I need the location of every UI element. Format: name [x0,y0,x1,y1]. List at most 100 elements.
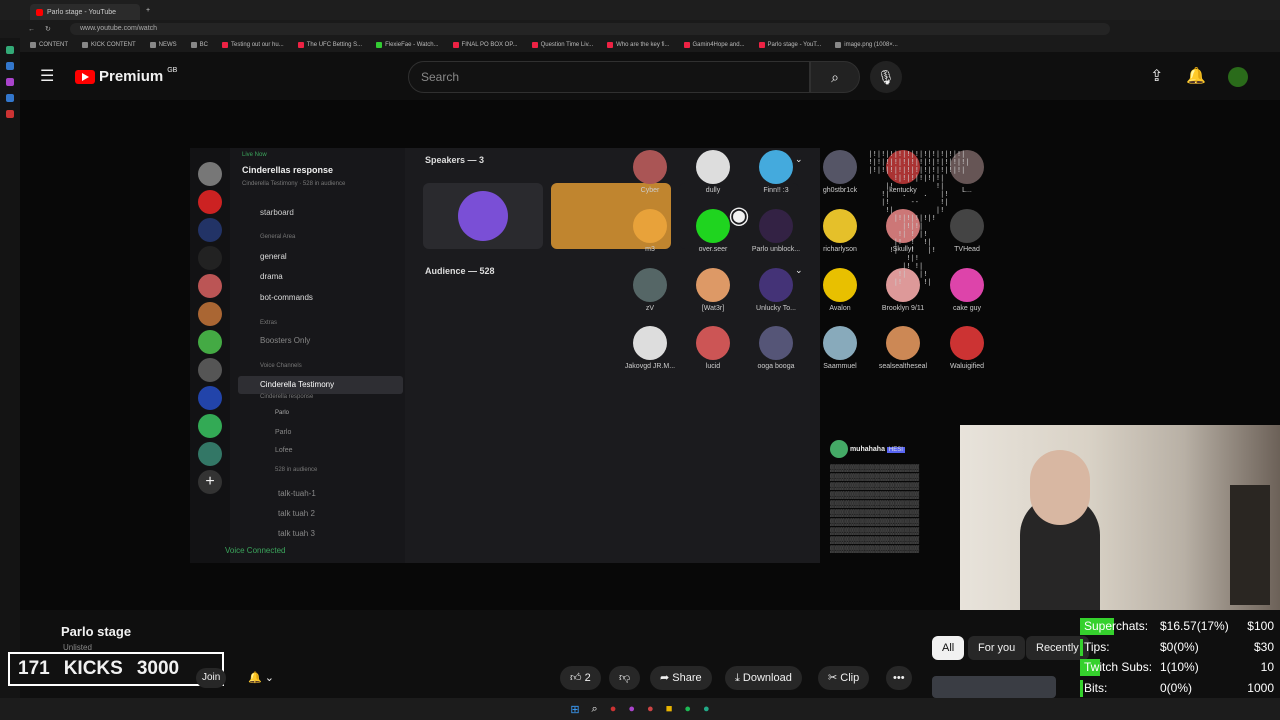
upload-icon[interactable]: ⇪ [1150,66,1163,86]
audience-member[interactable]: m3 [620,209,680,253]
recommended-thumbnail[interactable] [932,676,1056,698]
browser-tab[interactable]: Parlo stage - YouTube [30,4,140,20]
speaker-card[interactable] [423,183,543,249]
share-button[interactable]: ➦ Share [650,666,712,690]
app-icon[interactable]: ● [647,703,654,715]
server-icon[interactable] [198,190,222,214]
app-icon[interactable]: ● [610,703,617,715]
server-icon[interactable] [198,386,222,410]
server-icon[interactable] [198,274,222,298]
bookmark-item[interactable]: FlexieFae - Watch... [376,42,439,48]
like-button[interactable]: 👍︎ 2 [560,666,601,690]
bookmark-item[interactable]: Testing out our hu... [222,42,284,48]
channel-general[interactable]: general [260,252,287,261]
channel-talk-3[interactable]: talk tuah 3 [278,529,315,538]
bookmark-item[interactable]: Parlo stage - YouT... [758,42,821,48]
stage-subtitle: Cinderella Testimony · 528 in audience [242,181,346,187]
bookmark-item[interactable]: The UFC Betting S... [297,42,362,48]
audience-member[interactable]: dully [683,150,743,194]
avatar[interactable] [1228,67,1248,87]
menu-icon[interactable]: ☰ [40,66,54,86]
voice-user[interactable]: Parlo [275,429,291,436]
audience-member[interactable]: Jakovgd JR.M... [620,326,680,370]
audience-member[interactable]: Unlucky To... [746,268,806,312]
reload-icon[interactable]: ↻ [45,25,51,33]
voice-user[interactable]: Lofee [275,447,293,454]
subscribe-bell-button[interactable]: 🔔 ⌄ [242,668,280,688]
server-icon[interactable] [198,358,222,382]
bell-icon[interactable]: 🔔 [1186,66,1206,86]
audience-member[interactable]: lucid [683,326,743,370]
search-input[interactable]: Search [408,61,810,93]
channel-talk-1[interactable]: talk-tuah-1 [278,489,316,498]
channel-bot-commands[interactable]: bot-commands [260,293,313,302]
search-icon[interactable]: ⌕ [592,703,598,716]
bookmark-item[interactable]: Who are the key fi... [607,42,670,48]
search-button[interactable]: ⌕ [810,61,860,93]
audience-member[interactable]: Finn!! :3 [746,150,806,194]
bookmark-item[interactable]: image.png (1008×... [835,42,898,48]
audience-member[interactable]: [Wat3r] [683,268,743,312]
clip-button[interactable]: ✂ Clip [818,666,870,690]
side-icon[interactable] [6,94,14,102]
channel-drama[interactable]: drama [260,272,283,281]
goal-target: $30 [1253,639,1274,654]
channel-cinderella-testimony[interactable]: Cinderella Testimony [260,380,334,389]
goal-label: Twitch Subs: [1084,660,1153,674]
folder-icon[interactable]: ■ [666,703,673,715]
goal-target: 1000 [1247,680,1274,695]
bookmark-item[interactable]: NEWS [149,42,177,48]
channel-talk-2[interactable]: talk tuah 2 [278,509,315,518]
audience-avatar [633,268,667,302]
audience-member[interactable]: Parlo unblock... [746,209,806,253]
app-icon[interactable]: ● [703,703,710,715]
youtube-logo[interactable]: Premium GB [75,67,177,85]
category-extras[interactable]: Extras [260,320,277,326]
url-field[interactable]: www.youtube.com/watch [70,23,1110,35]
category-general[interactable]: General Area [260,234,295,240]
bookmark-item[interactable]: KICK CONTENT [82,42,136,48]
ascii-art-chat: |!|!|!|!|!|!|!|!|!|!|!| !|!|!|!|!|!|!|!|… [868,150,970,286]
spotify-icon[interactable]: ● [684,703,691,715]
server-icon[interactable] [198,162,222,186]
windows-start-icon[interactable]: ⊞ [570,703,579,716]
side-icon[interactable] [6,110,14,118]
channel-boosters[interactable]: Boosters Only [260,336,310,345]
server-icon[interactable] [198,246,222,270]
more-actions-button[interactable]: ••• [886,666,912,690]
youtube-header: ☰ Premium GB Search ⌕ 🎙 ⇪ 🔔 [20,56,1280,98]
dislike-button[interactable]: 👎︎ [609,666,641,690]
download-button[interactable]: ⤓ Download [725,666,802,690]
bookmark-item[interactable]: CONTENT [30,42,68,48]
side-icon[interactable] [6,78,14,86]
audience-member[interactable]: Cyber [620,150,680,194]
server-list: + [190,148,230,563]
server-icon[interactable] [198,442,222,466]
stage-title: Cinderellas response [242,165,334,175]
audience-member[interactable]: zV [620,268,680,312]
back-icon[interactable]: ← [28,26,35,33]
chip-all[interactable]: All [932,636,965,660]
side-icon[interactable] [6,62,14,70]
app-icon[interactable]: ● [628,703,635,715]
bookmark-item[interactable]: BC [190,42,208,48]
server-icon[interactable] [198,218,222,242]
category-voice[interactable]: Voice Channels [260,363,302,369]
new-tab-icon[interactable]: + [146,7,150,14]
server-icon[interactable] [198,302,222,326]
bookmark-item[interactable]: Gamin4Hope and... [683,42,745,48]
side-icon[interactable] [6,46,14,54]
server-icon[interactable] [198,330,222,354]
join-button[interactable]: Join [196,668,227,688]
voice-user[interactable]: Parlo [275,410,289,416]
bookmark-item[interactable]: FINAL PO BOX OP... [452,42,518,48]
audience-member[interactable]: over.seer [683,209,743,253]
server-icon[interactable] [198,414,222,438]
voice-search-button[interactable]: 🎙 [870,61,902,93]
bookmark-item[interactable]: Question Time Liv... [531,42,593,48]
chip-for-you[interactable]: For you [968,636,1026,660]
channel-starboard[interactable]: starboard [260,208,294,217]
add-server-icon[interactable]: + [198,470,222,494]
face [1030,450,1090,525]
audience-member[interactable]: ooga booga [746,326,806,370]
